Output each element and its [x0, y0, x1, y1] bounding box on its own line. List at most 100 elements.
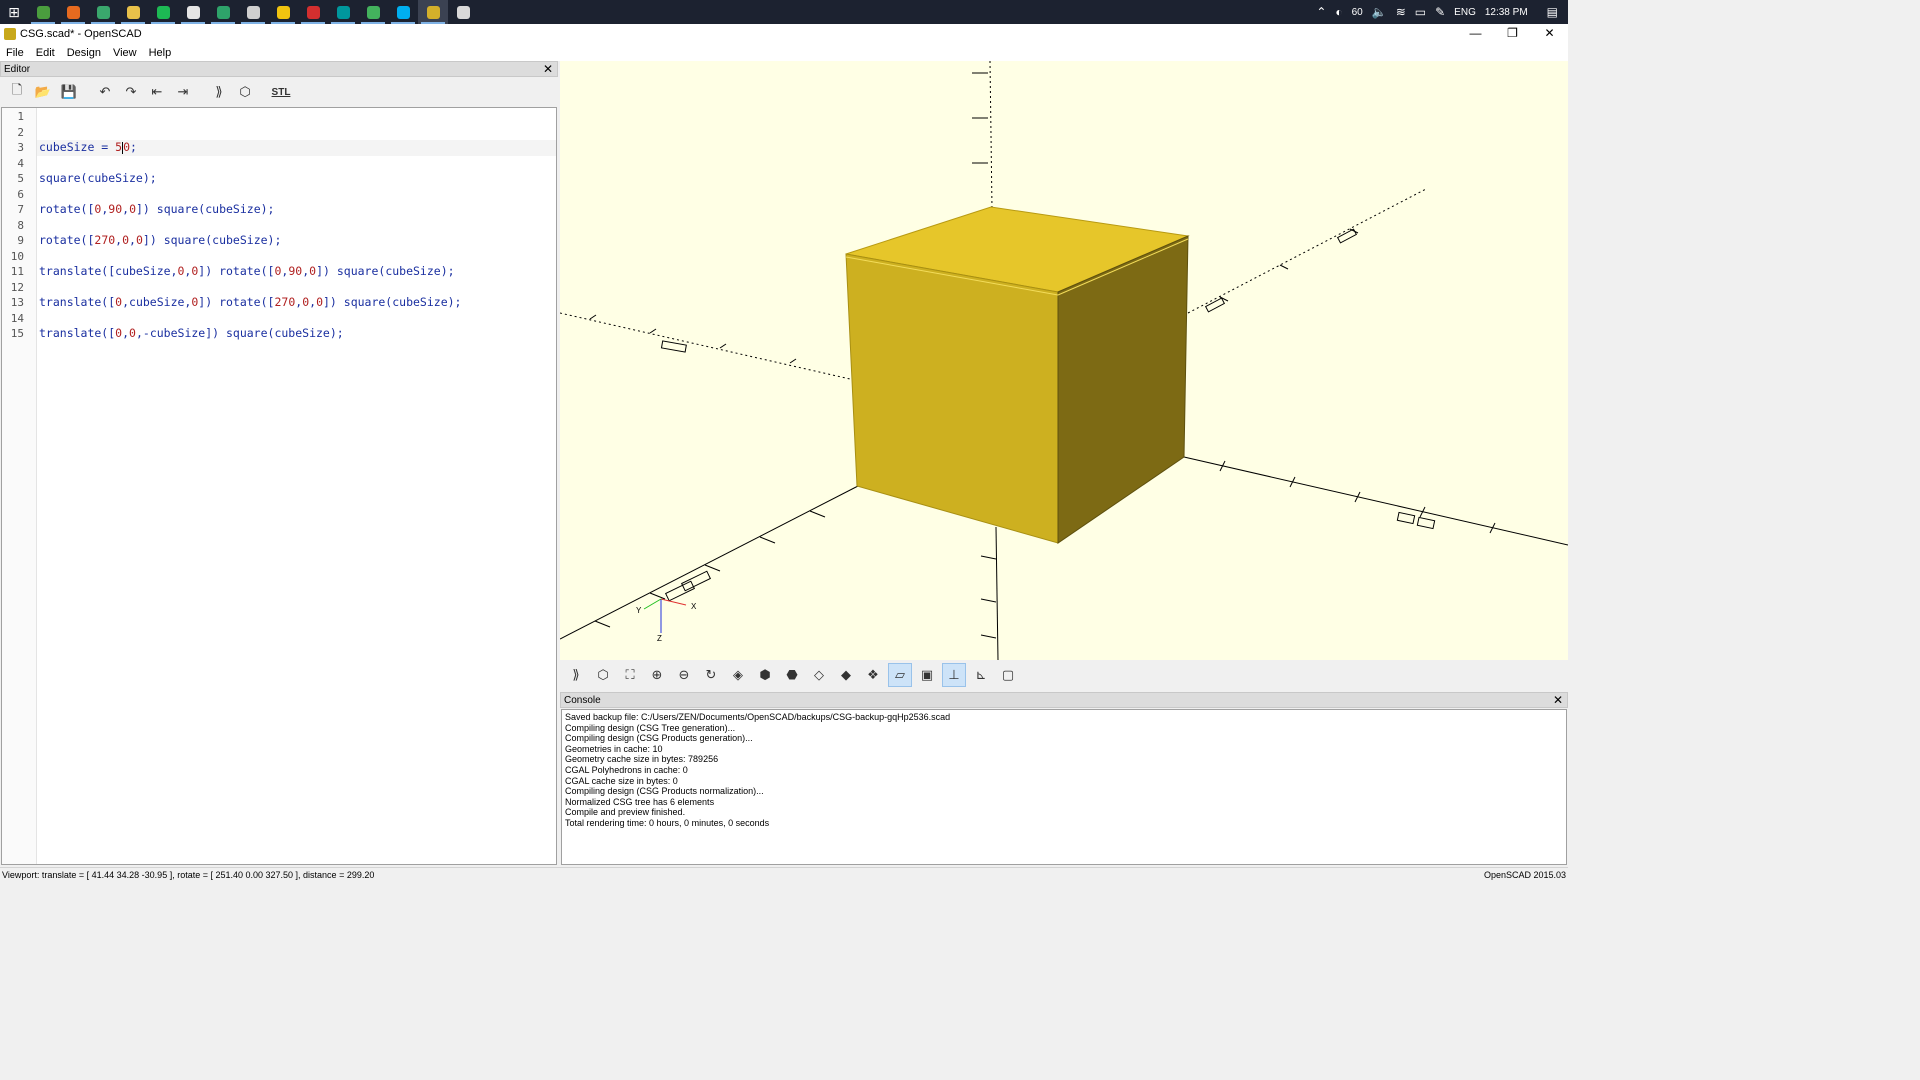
open-file-icon[interactable]: 📂: [32, 81, 54, 103]
render-view-icon[interactable]: ⬡: [591, 663, 615, 687]
taskbar-git-app[interactable]: [178, 0, 208, 24]
preview-view-icon[interactable]: ⟫: [564, 663, 588, 687]
redo-icon[interactable]: ↷: [120, 81, 142, 103]
code-line[interactable]: [37, 187, 556, 203]
export-stl-button[interactable]: STL: [270, 81, 292, 103]
perspective-icon[interactable]: ▱: [888, 663, 912, 687]
media-app-icon: [246, 5, 260, 19]
taskbar-green-app[interactable]: [358, 0, 388, 24]
3d-viewport[interactable]: X Y Z: [560, 61, 1568, 660]
z-axis-negative-line: [989, 61, 993, 210]
show-axes-icon[interactable]: ⊥: [942, 663, 966, 687]
save-file-icon[interactable]: 💾: [58, 81, 80, 103]
taskbar-green-arrow-app[interactable]: [208, 0, 238, 24]
reset-view-icon[interactable]: ↻: [699, 663, 723, 687]
view-top-icon[interactable]: ⬢: [753, 663, 777, 687]
clock[interactable]: 12:38 PM: [1485, 7, 1528, 18]
show-edges-icon[interactable]: ▢: [996, 663, 1020, 687]
taskbar-firefox-app[interactable]: [58, 0, 88, 24]
view-right-icon[interactable]: ◈: [726, 663, 750, 687]
skype-app-icon: [396, 5, 410, 19]
arduino-app-icon: [336, 5, 350, 19]
openscad-logo-icon: [4, 28, 16, 40]
editor-panel: Editor ✕ 🗋 📂 💾 ↶ ↷ ⇤ ⇥ ⟫ ⬡ STL 123456789…: [0, 61, 558, 867]
taskbar-chrome-app[interactable]: [448, 0, 478, 24]
taskbar-arduino-app[interactable]: [328, 0, 358, 24]
windows-start-icon[interactable]: ⊞: [0, 0, 28, 24]
openscad-app-icon: [426, 5, 440, 19]
line-number: 6: [17, 187, 24, 201]
code-line[interactable]: translate([0,cubeSize,0]) rotate([270,0,…: [37, 295, 556, 311]
menu-design[interactable]: Design: [61, 47, 107, 59]
wifi-icon[interactable]: ≋: [1396, 5, 1406, 19]
view-bottom-icon[interactable]: ⬣: [780, 663, 804, 687]
restore-button[interactable]: ❐: [1494, 24, 1531, 44]
indent-icon[interactable]: ⇥: [172, 81, 194, 103]
menu-bar: File Edit Design View Help: [0, 44, 1568, 61]
taskbar-sticky-notes-app[interactable]: [268, 0, 298, 24]
code-line[interactable]: cubeSize = 50;: [37, 140, 556, 156]
acrobat-app-icon: [306, 5, 320, 19]
language-indicator[interactable]: ENG: [1454, 7, 1476, 18]
minimize-button[interactable]: —: [1457, 24, 1494, 44]
code-line[interactable]: [37, 311, 556, 327]
code-line[interactable]: square(cubeSize);: [37, 171, 556, 187]
speaker-icon[interactable]: 🔈: [1372, 5, 1387, 19]
view-all-icon[interactable]: ⛶: [618, 663, 642, 687]
code-line[interactable]: rotate([270,0,0]) square(cubeSize);: [37, 233, 556, 249]
code-line[interactable]: [37, 280, 556, 296]
undo-icon[interactable]: ↶: [94, 81, 116, 103]
pen-icon[interactable]: ✎: [1435, 5, 1445, 19]
unindent-icon[interactable]: ⇤: [146, 81, 168, 103]
menu-edit[interactable]: Edit: [30, 47, 61, 59]
zoom-in-icon[interactable]: ⊕: [645, 663, 669, 687]
code-line[interactable]: [37, 125, 556, 141]
taskbar-word-app[interactable]: [28, 0, 58, 24]
firefox-app-icon: [66, 5, 80, 19]
x-axis-negative-line: [560, 312, 851, 380]
menu-file[interactable]: File: [0, 47, 30, 59]
preview-icon[interactable]: ⟫: [208, 81, 230, 103]
taskbar-openscad-app[interactable]: [418, 0, 448, 24]
code-line[interactable]: [37, 109, 556, 125]
code-line[interactable]: [37, 218, 556, 234]
console-output[interactable]: Saved backup file: C:/Users/ZEN/Document…: [561, 709, 1567, 865]
code-line[interactable]: rotate([0,90,0]) square(cubeSize);: [37, 202, 556, 218]
code-line[interactable]: translate([cubeSize,0,0]) rotate([0,90,0…: [37, 264, 556, 280]
code-line[interactable]: [37, 249, 556, 265]
code-lines[interactable]: cubeSize = 50; square(cubeSize); rotate([0…: [37, 108, 556, 864]
close-editor-icon[interactable]: ✕: [543, 62, 553, 76]
weather-icon[interactable]: ◐: [1335, 5, 1342, 19]
zoom-out-icon[interactable]: ⊖: [672, 663, 696, 687]
show-scale-markers-icon[interactable]: ⊾: [969, 663, 993, 687]
menu-view[interactable]: View: [107, 47, 143, 59]
text-caret: [122, 141, 124, 154]
taskbar-acrobat-app[interactable]: [298, 0, 328, 24]
taskbar-app-green[interactable]: [88, 0, 118, 24]
taskbar-spotify-app[interactable]: [148, 0, 178, 24]
orthogonal-icon[interactable]: ▣: [915, 663, 939, 687]
new-file-icon[interactable]: 🗋: [6, 81, 28, 103]
render-icon[interactable]: ⬡: [234, 81, 256, 103]
close-window-button[interactable]: ✕: [1531, 24, 1568, 44]
battery-icon[interactable]: ▭: [1415, 5, 1426, 19]
view-back-icon[interactable]: ❖: [861, 663, 885, 687]
code-line[interactable]: translate([0,0,-cubeSize]) square(cubeSi…: [37, 326, 556, 342]
git-app-icon: [186, 5, 200, 19]
file-explorer-app-icon: [126, 5, 140, 19]
view-left-icon[interactable]: ◇: [807, 663, 831, 687]
taskbar-skype-app[interactable]: [388, 0, 418, 24]
close-console-icon[interactable]: ✕: [1553, 693, 1563, 707]
notification-icon[interactable]: ▤: [1547, 5, 1558, 19]
code-editor[interactable]: 1 2 3 4 5 6 7 8 9 10 11 12 13 14 15 cubeSize = 50; squa…: [1, 107, 557, 865]
taskbar-media-app[interactable]: [238, 0, 268, 24]
cube-front-face: [845, 253, 1059, 544]
view-front-icon[interactable]: ◆: [834, 663, 858, 687]
chevron-up-icon[interactable]: ⌃: [1316, 5, 1326, 19]
console-line: Compiling design (CSG Products normaliza…: [565, 786, 764, 797]
line-number: 8: [17, 218, 24, 232]
gizmo-y-label: Y: [636, 606, 642, 615]
menu-help[interactable]: Help: [143, 47, 178, 59]
taskbar-file-explorer-app[interactable]: [118, 0, 148, 24]
code-line[interactable]: [37, 156, 556, 172]
